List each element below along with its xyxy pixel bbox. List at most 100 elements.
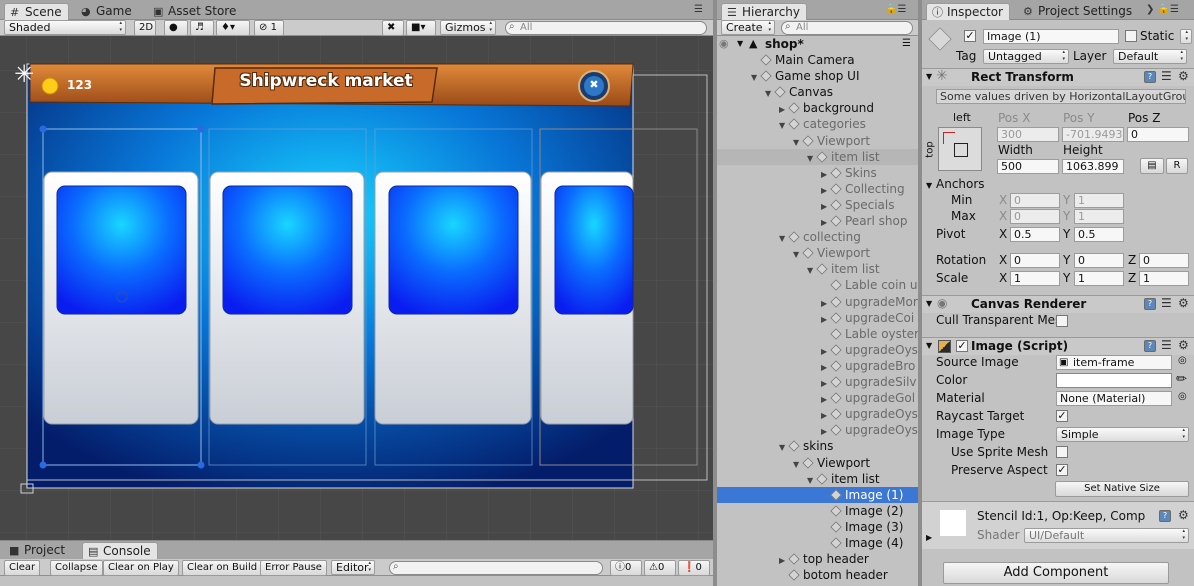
pos-z-field[interactable]: 0	[1127, 127, 1189, 142]
add-component-button[interactable]: Add Component	[943, 562, 1169, 584]
expand-arrow-icon[interactable]: ▼	[807, 151, 817, 165]
tab-asset-store[interactable]: ▣ Asset Store	[148, 3, 242, 20]
hierarchy-item[interactable]: Lable oyster	[717, 326, 918, 342]
help-icon[interactable]: ?	[1144, 71, 1156, 83]
shader-dropdown[interactable]: UI/Default	[1024, 528, 1189, 543]
pos-y-field[interactable]: -701.9493	[1062, 127, 1124, 142]
mode-2d-button[interactable]: 2D	[134, 20, 156, 36]
tab-game[interactable]: ◕ Game	[76, 3, 138, 20]
hierarchy-item[interactable]: ▼ item list	[717, 148, 918, 165]
scene-viewport[interactable]: ✳ 123 Shipwreck market ✖	[0, 36, 713, 540]
hierarchy-create-dropdown[interactable]: Create	[721, 20, 775, 35]
expand-arrow-icon[interactable]: ▶	[821, 312, 831, 326]
settings-gear-icon[interactable]: ⚙	[1178, 296, 1189, 310]
expand-arrow-icon[interactable]: ▼	[779, 231, 789, 245]
hierarchy-item[interactable]: Image (4)	[717, 535, 918, 551]
color-swatch[interactable]	[1056, 373, 1172, 388]
expand-arrow-icon[interactable]: ▶	[821, 199, 831, 213]
hierarchy-item[interactable]: ▶ upgradeBro	[717, 358, 918, 374]
tab-project[interactable]: ■ Project	[4, 542, 71, 559]
hierarchy-item[interactable]: ▶ Pearl shop	[717, 213, 918, 229]
settings-gear-icon[interactable]: ⚙	[1178, 508, 1189, 522]
use-sprite-mesh-checkbox[interactable]	[1056, 446, 1068, 458]
preserve-aspect-checkbox[interactable]: ✓	[1056, 464, 1068, 476]
tag-dropdown[interactable]: Untagged	[983, 49, 1069, 64]
rotation-z-field[interactable]: 0	[1139, 253, 1189, 268]
tab-project-settings[interactable]: ⚙ Project Settings	[1018, 3, 1138, 20]
layer-dropdown[interactable]: Default	[1113, 49, 1187, 64]
tab-console[interactable]: ▤ Console	[82, 542, 158, 559]
foldout-arrow-icon[interactable]: ▼	[926, 341, 932, 350]
max-x-field[interactable]: 0	[1010, 209, 1060, 224]
scale-z-field[interactable]: 1	[1139, 271, 1189, 286]
expand-arrow-icon[interactable]: ▶	[821, 167, 831, 181]
close-icon[interactable]: ✖	[587, 78, 601, 91]
anchor-flower-icon[interactable]: ✳	[14, 62, 34, 86]
scale-y-field[interactable]: 1	[1074, 271, 1124, 286]
height-field[interactable]: 1063.899	[1062, 159, 1124, 174]
gizmos-dropdown[interactable]: Gizmos	[440, 20, 496, 35]
lighting-toggle[interactable]: ●	[164, 20, 188, 36]
expand-arrow-icon[interactable]: ▶	[821, 392, 831, 406]
hierarchy-item[interactable]: ▼ Canvas	[717, 84, 918, 100]
console-editor-dropdown[interactable]: Editor	[331, 560, 375, 575]
settings-gear-icon[interactable]: ⚙	[1178, 69, 1189, 83]
hierarchy-item[interactable]: ▼ item list	[717, 261, 918, 277]
help-icon[interactable]: ?	[1144, 298, 1156, 310]
pivot-y-field[interactable]: 0.5	[1074, 227, 1124, 242]
expand-arrow-icon[interactable]: ▼	[751, 70, 761, 84]
inspector-more-icon[interactable]: ❯ 🔒☰	[1146, 4, 1179, 15]
audio-toggle[interactable]: ♬	[190, 20, 214, 36]
expand-arrow-icon[interactable]: ▶	[779, 102, 789, 116]
hierarchy-item[interactable]: ▼ Viewport	[717, 245, 918, 261]
image-enabled-checkbox[interactable]: ✓	[956, 340, 968, 352]
expand-arrow-icon[interactable]: ▼	[779, 118, 789, 132]
console-search-input[interactable]	[389, 561, 603, 575]
expand-arrow-icon[interactable]: ▼	[793, 457, 803, 471]
hierarchy-lock-icon[interactable]: 🔒☰	[885, 4, 906, 15]
preset-icon[interactable]: ☰	[1161, 69, 1172, 83]
min-x-field[interactable]: 0	[1010, 193, 1060, 208]
object-name-field[interactable]: Image (1)	[983, 29, 1119, 44]
expand-arrow-icon[interactable]: ▼	[807, 263, 817, 277]
hierarchy-item[interactable]: ▶ upgradeGol	[717, 390, 918, 406]
expand-arrow-icon[interactable]: ▶	[821, 408, 831, 422]
hierarchy-item[interactable]: ▶ upgradeOys	[717, 422, 918, 438]
settings-gear-icon[interactable]: ⚙	[1178, 338, 1189, 352]
anchor-presets-button[interactable]	[938, 127, 982, 171]
console-clear-on-build-button[interactable]: Clear on Build	[182, 560, 263, 576]
image-type-dropdown[interactable]: Simple	[1056, 427, 1189, 442]
hierarchy-item[interactable]: ▶ upgradeSilv	[717, 374, 918, 390]
anchors-foldout-icon[interactable]: ▼	[926, 181, 932, 190]
console-messages-toggle[interactable]: ⓘ0	[610, 560, 642, 576]
material-picker-icon[interactable]: ◎	[1178, 391, 1187, 402]
hierarchy-item[interactable]: ▶ upgradeOys	[717, 406, 918, 422]
min-y-field[interactable]: 1	[1074, 193, 1124, 208]
set-native-size-button[interactable]: Set Native Size	[1055, 481, 1189, 497]
hidden-layers-toggle[interactable]: ⊘ 1	[254, 20, 284, 36]
hierarchy-item[interactable]: ▼ skins	[717, 438, 918, 454]
tools-button[interactable]: ✖	[382, 20, 404, 36]
hierarchy-item[interactable]: Image (3)	[717, 519, 918, 535]
pos-x-field[interactable]: 300	[997, 127, 1059, 142]
foldout-arrow-icon[interactable]: ▼	[926, 299, 932, 308]
hierarchy-item[interactable]: ▶ upgradeCoi	[717, 310, 918, 326]
expand-arrow-icon[interactable]: ▼	[765, 86, 775, 100]
tab-inspector[interactable]: ⓘ Inspector	[926, 3, 1010, 20]
console-clear-on-play-button[interactable]: Clear on Play	[103, 560, 179, 576]
hierarchy-search-input[interactable]: All	[781, 21, 913, 35]
static-dropdown[interactable]	[1180, 29, 1192, 44]
hierarchy-item[interactable]: ▼ Viewport	[717, 133, 918, 149]
hierarchy-item[interactable]: ▼ Game shop UI	[717, 68, 918, 84]
hierarchy-item[interactable]: Image (2)	[717, 503, 918, 519]
console-warnings-toggle[interactable]: ⚠0	[644, 560, 676, 576]
console-error-pause-button[interactable]: Error Pause	[260, 560, 327, 576]
rotation-y-field[interactable]: 0	[1074, 253, 1124, 268]
tab-scene[interactable]: # Scene	[4, 3, 69, 20]
hierarchy-item[interactable]: Main Camera	[717, 52, 918, 68]
foldout-arrow-icon[interactable]: ▼	[926, 72, 932, 81]
expand-arrow-icon[interactable]: ▼	[779, 440, 789, 454]
active-checkbox[interactable]: ✓	[964, 30, 976, 42]
hierarchy-item[interactable]: Image (1)	[717, 486, 918, 503]
hierarchy-item[interactable]: ▶ Collecting	[717, 181, 918, 197]
